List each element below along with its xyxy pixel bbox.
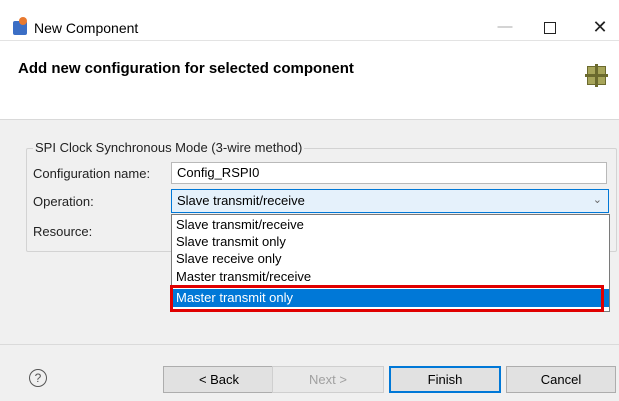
operation-label: Operation: [33,194,94,209]
finish-button[interactable]: Finish [389,366,501,393]
next-button[interactable]: Next > [272,366,384,393]
group-title: SPI Clock Synchronous Mode (3-wire metho… [33,140,305,155]
back-button[interactable]: < Back [163,366,275,393]
window-title: New Component [34,20,139,36]
footer-separator [0,344,619,345]
app-icon [13,17,27,35]
resource-label: Resource: [33,224,93,239]
highlight-annotation [170,285,604,312]
wizard-header [0,41,619,120]
help-icon[interactable]: ? [29,369,47,387]
operation-select-value: Slave transmit/receive [177,193,305,208]
minimize-button[interactable]: — [485,14,525,40]
chevron-down-icon: ⌄ [592,194,602,206]
dropdown-option[interactable]: Slave transmit only [172,233,609,251]
close-button[interactable]: ✕ [580,14,619,40]
config-name-label: Configuration name: [33,166,151,181]
page-title: Add new configuration for selected compo… [18,60,354,77]
maximize-button[interactable] [530,14,570,40]
config-name-input[interactable]: Config_RSPI0 [171,162,607,184]
dropdown-option[interactable]: Slave receive only [172,250,609,268]
cancel-button[interactable]: Cancel [506,366,616,393]
component-icon [585,64,608,87]
title-bar: New Component — ✕ [0,0,619,41]
maximize-icon [544,22,556,34]
operation-select[interactable]: Slave transmit/receive ⌄ [171,189,609,213]
dropdown-option[interactable]: Master transmit/receive [172,268,609,286]
dropdown-option[interactable]: Slave transmit/receive [172,216,609,234]
